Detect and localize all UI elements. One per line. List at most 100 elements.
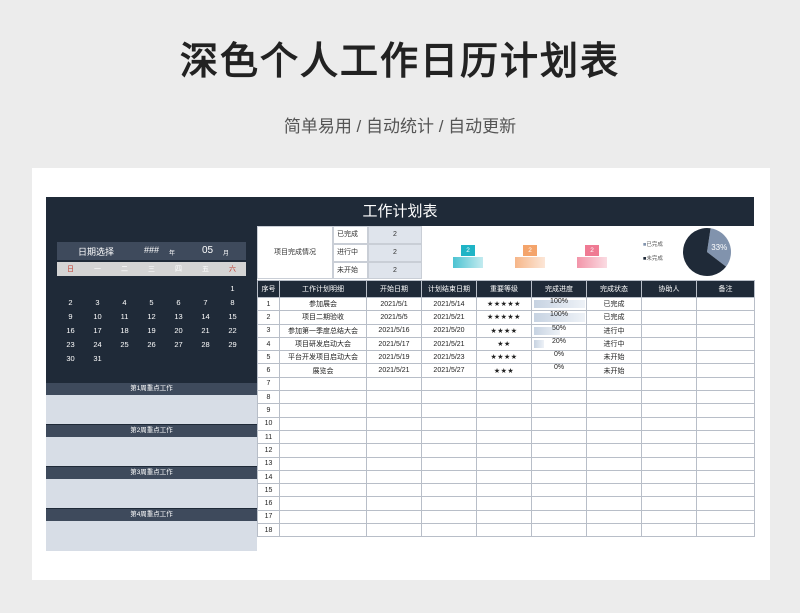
cell-note[interactable] bbox=[696, 416, 755, 431]
cell-helper[interactable] bbox=[641, 336, 697, 352]
cell-helper[interactable] bbox=[641, 443, 697, 458]
week-1-notes[interactable] bbox=[46, 395, 257, 424]
cell-helper[interactable] bbox=[641, 469, 697, 485]
cell-note[interactable] bbox=[696, 523, 755, 538]
cell-end[interactable] bbox=[421, 483, 477, 498]
cell-helper[interactable] bbox=[641, 350, 697, 365]
cell-helper[interactable] bbox=[641, 363, 697, 378]
cell-end[interactable]: 2021/5/21 bbox=[421, 310, 477, 325]
cell-note[interactable] bbox=[696, 350, 755, 365]
cell-start[interactable] bbox=[366, 496, 422, 511]
cell-status[interactable]: 未开始 bbox=[586, 350, 642, 365]
calendar-day[interactable]: 27 bbox=[165, 340, 192, 349]
cell-status[interactable] bbox=[586, 496, 642, 511]
table-row[interactable]: 12 bbox=[257, 443, 755, 458]
cell-status[interactable] bbox=[586, 509, 642, 525]
cell-status[interactable] bbox=[586, 523, 642, 538]
table-row[interactable]: 1 参加展会 2021/5/1 2021/5/14 ★★★★★ 100% 已完成 bbox=[257, 296, 755, 312]
table-row[interactable]: 4 项目研发启动大会 2021/5/17 2021/5/21 ★★ 20% 进行中 bbox=[257, 336, 755, 352]
cell-status[interactable] bbox=[586, 443, 642, 458]
cell-helper[interactable] bbox=[641, 416, 697, 431]
calendar-day[interactable]: 14 bbox=[192, 312, 219, 321]
cell-status[interactable]: 进行中 bbox=[586, 336, 642, 352]
cell-priority[interactable] bbox=[476, 509, 532, 525]
cell-helper[interactable] bbox=[641, 429, 697, 445]
table-row[interactable]: 6 展览会 2021/5/21 2021/5/27 ★★★ 0% 未开始 bbox=[257, 363, 755, 378]
cell-status[interactable]: 已完成 bbox=[586, 310, 642, 325]
cell-end[interactable]: 2021/5/20 bbox=[421, 323, 477, 338]
cell-progress[interactable]: 20% bbox=[531, 336, 587, 352]
cell-end[interactable]: 2021/5/14 bbox=[421, 296, 477, 312]
table-row[interactable]: 11 bbox=[257, 429, 755, 445]
cell-task[interactable] bbox=[279, 483, 367, 498]
cell-status[interactable] bbox=[586, 469, 642, 485]
calendar-day[interactable]: 24 bbox=[84, 340, 111, 349]
cell-start[interactable] bbox=[366, 469, 422, 485]
cell-task[interactable]: 参加展会 bbox=[279, 296, 367, 312]
cell-status[interactable] bbox=[586, 403, 642, 418]
calendar-day[interactable]: 13 bbox=[165, 312, 192, 321]
cell-no[interactable]: 6 bbox=[257, 363, 280, 378]
cell-note[interactable] bbox=[696, 456, 755, 471]
cell-helper[interactable] bbox=[641, 403, 697, 418]
cell-progress[interactable] bbox=[531, 429, 587, 445]
cell-priority[interactable] bbox=[476, 376, 532, 392]
cell-task[interactable] bbox=[279, 390, 367, 405]
cell-task[interactable] bbox=[279, 456, 367, 471]
cell-progress[interactable] bbox=[531, 376, 587, 392]
cell-no[interactable]: 12 bbox=[257, 443, 280, 458]
cell-status[interactable] bbox=[586, 390, 642, 405]
calendar-day[interactable]: 20 bbox=[165, 326, 192, 335]
calendar-day[interactable]: 23 bbox=[57, 340, 84, 349]
cell-start[interactable] bbox=[366, 523, 422, 538]
cell-note[interactable] bbox=[696, 429, 755, 445]
cell-task[interactable] bbox=[279, 443, 367, 458]
cell-priority[interactable]: ★★★ bbox=[476, 363, 532, 378]
calendar-day[interactable]: 28 bbox=[192, 340, 219, 349]
cell-helper[interactable] bbox=[641, 523, 697, 538]
week-2-notes[interactable] bbox=[46, 437, 257, 466]
calendar-day[interactable]: 10 bbox=[84, 312, 111, 321]
cell-priority[interactable] bbox=[476, 443, 532, 458]
calendar-day[interactable]: 30 bbox=[57, 354, 84, 363]
cell-status[interactable]: 已完成 bbox=[586, 296, 642, 312]
table-row[interactable]: 13 bbox=[257, 456, 755, 471]
cell-note[interactable] bbox=[696, 443, 755, 458]
cell-no[interactable]: 18 bbox=[257, 523, 280, 538]
cell-helper[interactable] bbox=[641, 509, 697, 525]
cell-end[interactable] bbox=[421, 523, 477, 538]
cell-progress[interactable] bbox=[531, 390, 587, 405]
cell-status[interactable] bbox=[586, 483, 642, 498]
cell-priority[interactable] bbox=[476, 403, 532, 418]
cell-no[interactable]: 1 bbox=[257, 296, 280, 312]
cell-end[interactable]: 2021/5/21 bbox=[421, 336, 477, 352]
cell-helper[interactable] bbox=[641, 323, 697, 338]
table-row[interactable]: 17 bbox=[257, 509, 755, 525]
calendar-day[interactable]: 31 bbox=[84, 354, 111, 363]
cell-progress[interactable]: 0% bbox=[531, 363, 587, 378]
cell-no[interactable]: 16 bbox=[257, 496, 280, 511]
cell-helper[interactable] bbox=[641, 310, 697, 325]
cell-note[interactable] bbox=[696, 363, 755, 378]
year-value[interactable]: ### bbox=[144, 245, 159, 255]
cell-start[interactable]: 2021/5/1 bbox=[366, 296, 422, 312]
calendar-day[interactable]: 12 bbox=[138, 312, 165, 321]
cell-start[interactable] bbox=[366, 483, 422, 498]
cell-priority[interactable]: ★★★★ bbox=[476, 350, 532, 365]
cell-helper[interactable] bbox=[641, 296, 697, 312]
cell-no[interactable]: 5 bbox=[257, 350, 280, 365]
cell-progress[interactable]: 0% bbox=[531, 350, 587, 365]
cell-start[interactable]: 2021/5/19 bbox=[366, 350, 422, 365]
week-4-notes[interactable] bbox=[46, 521, 257, 551]
calendar-day[interactable]: 7 bbox=[192, 298, 219, 307]
cell-progress[interactable] bbox=[531, 456, 587, 471]
cell-status[interactable] bbox=[586, 376, 642, 392]
cell-progress[interactable] bbox=[531, 496, 587, 511]
cell-note[interactable] bbox=[696, 376, 755, 392]
cell-start[interactable] bbox=[366, 443, 422, 458]
cell-end[interactable] bbox=[421, 496, 477, 511]
cell-end[interactable] bbox=[421, 456, 477, 471]
cell-start[interactable]: 2021/5/21 bbox=[366, 363, 422, 378]
cell-progress[interactable]: 100% bbox=[531, 296, 587, 312]
cell-end[interactable]: 2021/5/23 bbox=[421, 350, 477, 365]
